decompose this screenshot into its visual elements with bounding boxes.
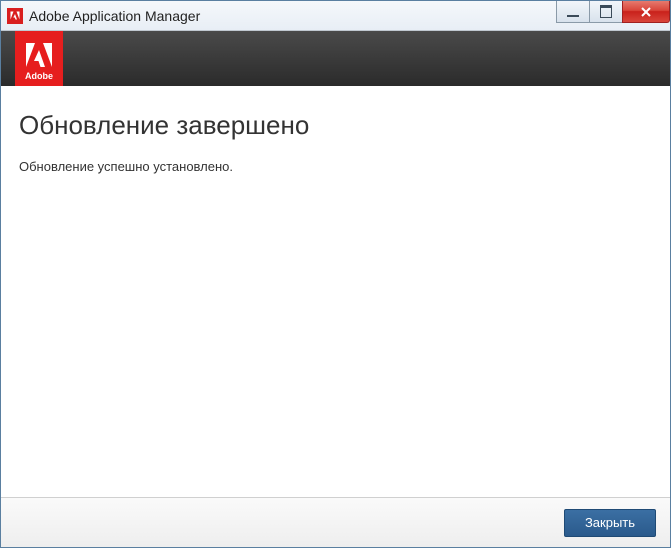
titlebar[interactable]: Adobe Application Manager bbox=[1, 1, 670, 31]
footer: Закрыть bbox=[1, 497, 670, 547]
close-button[interactable]: Закрыть bbox=[564, 509, 656, 537]
adobe-app-icon bbox=[7, 8, 23, 24]
status-message: Обновление успешно установлено. bbox=[19, 159, 652, 174]
minimize-button[interactable] bbox=[556, 1, 590, 23]
adobe-logo: Adobe bbox=[15, 31, 63, 86]
window-controls bbox=[557, 1, 670, 23]
page-heading: Обновление завершено bbox=[19, 110, 652, 141]
window-close-button[interactable] bbox=[622, 1, 670, 23]
window-title: Adobe Application Manager bbox=[29, 8, 200, 24]
adobe-logo-text: Adobe bbox=[25, 71, 53, 81]
maximize-button[interactable] bbox=[589, 1, 623, 23]
application-window: Adobe Application Manager Adobe Обновлен… bbox=[0, 0, 671, 548]
content-area: Обновление завершено Обновление успешно … bbox=[1, 86, 670, 497]
header-band: Adobe bbox=[1, 31, 670, 86]
